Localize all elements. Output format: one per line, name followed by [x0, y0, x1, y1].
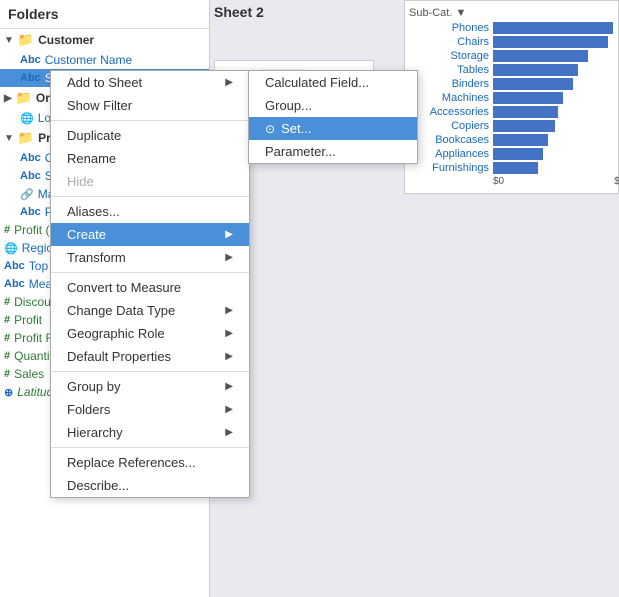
- folder-icon: 📁: [18, 130, 34, 146]
- menu-hierarchy[interactable]: Hierarchy ▶: [51, 421, 249, 444]
- bar-row: Chairs: [409, 36, 614, 48]
- menu-convert-to-measure[interactable]: Convert to Measure: [51, 276, 249, 299]
- abc-icon: Abc: [4, 278, 25, 290]
- hash-icon: #: [4, 368, 10, 380]
- arrow-icon: ▶: [225, 328, 233, 339]
- menu-duplicate[interactable]: Duplicate: [51, 124, 249, 147]
- bar-fill: [493, 22, 613, 34]
- arrow-icon: ▶: [225, 351, 233, 362]
- menu-folders[interactable]: Folders ▶: [51, 398, 249, 421]
- menu-transform[interactable]: Transform ▶: [51, 246, 249, 269]
- context-menu: Add to Sheet ▶ Show Filter Duplicate Ren…: [50, 70, 250, 498]
- folder-customer-label: Customer: [38, 33, 94, 47]
- abc-icon: Abc: [20, 72, 41, 84]
- menu-create[interactable]: Create ▶: [51, 223, 249, 246]
- bar-row: Storage: [409, 50, 614, 62]
- arrow-icon: ▼: [4, 35, 14, 46]
- bar-fill: [493, 64, 578, 76]
- separator: [51, 371, 249, 372]
- submenu-group[interactable]: Group...: [249, 94, 417, 117]
- folder-icon: 📁: [16, 90, 32, 106]
- abc-icon: Abc: [20, 170, 41, 182]
- abc-icon: Abc: [20, 206, 41, 218]
- hash-icon: #: [4, 350, 10, 362]
- submenu-create: Calculated Field... Group... ⊙ Set... Pa…: [248, 70, 418, 164]
- set-icon: ⊙: [265, 122, 275, 136]
- separator: [51, 447, 249, 448]
- chart-header: Sub-Cat. ▼: [409, 7, 614, 19]
- bar-row: Tables: [409, 64, 614, 76]
- arrow-icon: ▶: [225, 427, 233, 438]
- axis-end: $10: [614, 176, 619, 187]
- bar-fill: [493, 78, 573, 90]
- hash-icon: #: [4, 296, 10, 308]
- menu-group-by[interactable]: Group by ▶: [51, 375, 249, 398]
- arrow-icon: ▶: [4, 93, 12, 104]
- bar-fill: [493, 148, 543, 160]
- menu-add-to-sheet[interactable]: Add to Sheet ▶: [51, 71, 249, 94]
- separator: [51, 120, 249, 121]
- arrow-icon: ▶: [225, 305, 233, 316]
- bar-fill: [493, 120, 555, 132]
- bar-row: Phones: [409, 22, 614, 34]
- arrow-icon: ▶: [225, 381, 233, 392]
- separator: [51, 272, 249, 273]
- menu-describe[interactable]: Describe...: [51, 474, 249, 497]
- menu-replace-references[interactable]: Replace References...: [51, 451, 249, 474]
- separator: [51, 196, 249, 197]
- bar-row: Machines: [409, 92, 614, 104]
- abc-icon: Abc: [4, 260, 25, 272]
- abc-icon: Abc: [20, 152, 41, 164]
- bar-fill: [493, 92, 563, 104]
- hash-icon: #: [4, 314, 10, 326]
- folder-icon: 📁: [18, 32, 34, 48]
- hash-icon: #: [4, 224, 10, 236]
- item-label: Customer Name: [45, 53, 132, 67]
- bar-fill: [493, 134, 548, 146]
- menu-rename[interactable]: Rename: [51, 147, 249, 170]
- sheet-title: Sheet 2: [214, 4, 264, 20]
- menu-change-data-type[interactable]: Change Data Type ▶: [51, 299, 249, 322]
- chart-panel: Sub-Cat. ▼ Phones Chairs Storage: [404, 0, 619, 194]
- menu-default-properties[interactable]: Default Properties ▶: [51, 345, 249, 368]
- geo-icon: 🌐: [20, 112, 34, 125]
- bar-fill: [493, 50, 588, 62]
- abc-icon: Abc: [20, 54, 41, 66]
- bar-row: Furnishings: [409, 162, 614, 174]
- bar-fill: [493, 106, 558, 118]
- submenu-calculated-field[interactable]: Calculated Field...: [249, 71, 417, 94]
- item-label: Profit: [14, 313, 42, 327]
- submenu-set[interactable]: ⊙ Set...: [249, 117, 417, 140]
- geo-icon: 🌐: [4, 242, 18, 255]
- arrow-icon: ▶: [225, 77, 233, 88]
- geo-icon: ⊕: [4, 386, 13, 399]
- paperclip-icon: 🔗: [20, 188, 34, 201]
- folders-header: Folders: [0, 0, 209, 29]
- bar-row: Binders: [409, 78, 614, 90]
- menu-show-filter[interactable]: Show Filter: [51, 94, 249, 117]
- axis-labels: $0 $10: [409, 176, 614, 187]
- arrow-icon: ▶: [225, 404, 233, 415]
- arrow-icon: ▶: [225, 229, 233, 240]
- bar-row: Appliances: [409, 148, 614, 160]
- bar-row: Accessories: [409, 106, 614, 118]
- bar-rows: Phones Chairs Storage Tables: [409, 22, 614, 187]
- menu-geographic-role[interactable]: Geographic Role ▶: [51, 322, 249, 345]
- arrow-icon: ▼: [4, 133, 14, 144]
- hash-icon: #: [4, 332, 10, 344]
- bar-row: Copiers: [409, 120, 614, 132]
- item-label: Sales: [14, 367, 44, 381]
- menu-aliases[interactable]: Aliases...: [51, 200, 249, 223]
- folder-customer[interactable]: ▼ 📁 Customer: [0, 29, 209, 51]
- submenu-parameter[interactable]: Parameter...: [249, 140, 417, 163]
- menu-hide: Hide: [51, 170, 249, 193]
- axis-start: $0: [493, 176, 504, 187]
- item-customer-name[interactable]: Abc Customer Name: [0, 51, 209, 69]
- app-container: Folders ▼ 📁 Customer Abc Customer Name A…: [0, 0, 619, 597]
- bar-row: Bookcases: [409, 134, 614, 146]
- bar-fill: [493, 162, 538, 174]
- bar-fill: [493, 36, 608, 48]
- arrow-icon: ▶: [225, 252, 233, 263]
